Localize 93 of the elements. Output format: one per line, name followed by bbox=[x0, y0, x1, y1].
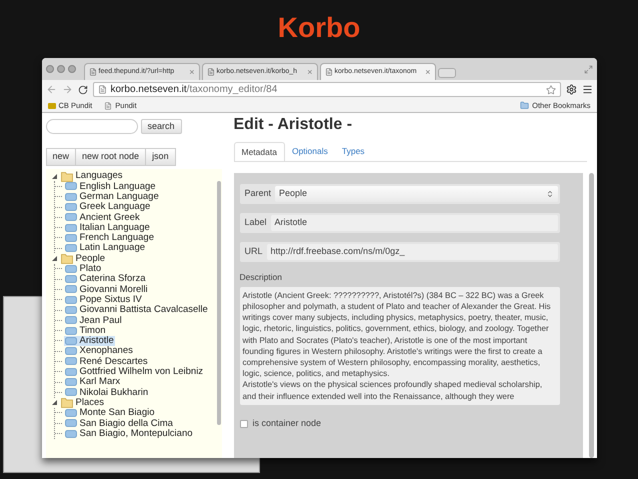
tree-node[interactable]: San Biagio della Cima bbox=[64, 418, 174, 428]
page-icon bbox=[98, 85, 106, 94]
search-field[interactable] bbox=[46, 119, 138, 134]
node-icon bbox=[64, 192, 76, 201]
forward-icon[interactable] bbox=[62, 84, 72, 95]
tree-node[interactable]: French Language bbox=[64, 233, 155, 243]
node-icon bbox=[64, 213, 76, 222]
tree-node[interactable]: San Biagio, Montepulciano bbox=[64, 428, 194, 438]
text-field[interactable]: http://rdf.freebase.com/ns/m/0gz_ bbox=[266, 244, 558, 260]
node-icon bbox=[64, 296, 76, 304]
toolbar-button[interactable]: json bbox=[145, 148, 176, 166]
page-icon bbox=[104, 102, 112, 110]
toolbar-button[interactable]: new root node bbox=[75, 148, 146, 166]
node-icon bbox=[64, 264, 76, 273]
page-heading: Edit - Aristotle - bbox=[234, 117, 354, 133]
expanded-arrow-icon[interactable] bbox=[50, 172, 58, 180]
tree-folder-label[interactable]: Places bbox=[76, 398, 104, 408]
page-icon bbox=[88, 68, 96, 76]
node-icon bbox=[64, 316, 76, 324]
tab[interactable]: Optionals bbox=[284, 142, 335, 161]
tree-node[interactable]: Aristotle bbox=[64, 336, 115, 346]
node-icon bbox=[64, 244, 76, 252]
node-icon bbox=[64, 368, 76, 376]
scrollbar[interactable] bbox=[588, 173, 594, 458]
tree-node[interactable]: Caterina Sforza bbox=[64, 274, 147, 284]
field-label: URL bbox=[244, 245, 264, 258]
text-field[interactable]: Aristotle bbox=[270, 215, 558, 231]
folder-icon bbox=[520, 101, 530, 110]
node-icon bbox=[64, 326, 76, 335]
tree-node[interactable]: Giovanni Morelli bbox=[64, 284, 149, 294]
reload-icon[interactable] bbox=[78, 84, 88, 94]
menu-icon[interactable] bbox=[582, 84, 592, 95]
tree-node[interactable]: Italian Language bbox=[64, 222, 151, 232]
tree-node[interactable]: English Language bbox=[64, 182, 157, 192]
parent-select[interactable]: People bbox=[275, 186, 558, 202]
tree-node[interactable]: Plato bbox=[64, 264, 102, 274]
checkbox-label: is container node bbox=[252, 416, 322, 430]
tree-node[interactable]: Jean Paul bbox=[64, 316, 123, 326]
tree-node[interactable]: Latin Language bbox=[64, 243, 146, 253]
node-icon bbox=[64, 203, 76, 212]
tab[interactable]: Types bbox=[334, 142, 372, 161]
tree-node[interactable]: René Descartes bbox=[64, 356, 149, 366]
tree-folder-label[interactable]: People bbox=[76, 254, 106, 264]
folder-icon bbox=[60, 253, 72, 264]
back-icon[interactable] bbox=[46, 84, 56, 95]
node-icon bbox=[64, 347, 76, 356]
tree-node[interactable]: German Language bbox=[64, 192, 160, 202]
search-button[interactable]: search bbox=[140, 119, 182, 134]
page-icon bbox=[324, 68, 332, 76]
node-icon bbox=[64, 357, 76, 366]
tree-node[interactable]: Gottfried Wilhelm von Leibniz bbox=[64, 367, 204, 377]
tree-node[interactable]: Greek Language bbox=[64, 202, 152, 212]
tree-node[interactable]: Giovanni Battista Cavalcaselle bbox=[64, 305, 209, 315]
field-label: Description bbox=[240, 271, 284, 284]
tree-node[interactable]: Xenophanes bbox=[64, 346, 134, 356]
node-icon bbox=[64, 419, 76, 428]
tree-node[interactable]: Ancient Greek bbox=[64, 212, 141, 222]
node-icon bbox=[64, 285, 76, 294]
settings-icon[interactable] bbox=[566, 84, 576, 95]
folder-icon bbox=[60, 397, 72, 408]
node-icon bbox=[64, 275, 76, 284]
node-icon bbox=[64, 408, 76, 417]
expanded-arrow-icon[interactable] bbox=[50, 255, 58, 262]
node-icon bbox=[64, 306, 76, 314]
tree-node[interactable]: Timon bbox=[64, 326, 107, 336]
node-icon bbox=[64, 224, 76, 232]
node-icon bbox=[64, 182, 76, 190]
tree-folder-label[interactable]: Languages bbox=[76, 171, 123, 181]
checkbox[interactable] bbox=[240, 420, 248, 428]
scrollbar[interactable] bbox=[216, 181, 220, 425]
field-label: Parent bbox=[244, 187, 272, 200]
tree-node[interactable]: Pope Sixtus IV bbox=[64, 294, 143, 304]
folder-icon bbox=[60, 171, 72, 182]
tree-node[interactable]: Monte San Biagio bbox=[64, 408, 156, 418]
node-icon bbox=[64, 430, 76, 438]
expanded-arrow-icon[interactable] bbox=[50, 399, 58, 406]
field-label: Label bbox=[244, 216, 268, 230]
tab[interactable]: Metadata bbox=[234, 142, 285, 161]
new-tab-button[interactable] bbox=[438, 68, 456, 78]
tree-node[interactable]: Nikolai Bukharin bbox=[64, 388, 150, 398]
slide-title: Korbo bbox=[278, 14, 360, 45]
toolbar-button[interactable]: new bbox=[46, 148, 76, 166]
node-icon bbox=[64, 234, 76, 242]
fullscreen-icon[interactable] bbox=[584, 64, 592, 74]
node-icon bbox=[64, 378, 76, 386]
address-bar[interactable]: korbo.netseven.it/taxonomy_editor/84 bbox=[92, 82, 560, 97]
page-icon bbox=[206, 68, 214, 76]
tree-node[interactable]: Karl Marx bbox=[64, 377, 122, 387]
bookmark-star-icon[interactable] bbox=[546, 84, 556, 94]
description-field[interactable]: Aristotle (Ancient Greek: ??????????, Aristotél?s) (384 BC – 322 BC) was a Greek philosopher and polymath, a student of Plato and teacher of Alexander the Great. His writings cover many subjects, including physics, metaphysics, poetry, theater, music, logic, rhetoric, linguistics, politics, government, ethics, biology, and zoology. Together with Plato and Socrates (Plato's teacher), Aristotle is one of the most important founding figures in Western philosophy. Aristotle's writings were the first to create a comprehensive system of Western philosophy, encompassing morality, aesthetics, logic, science, politics, and metaphysics. Aristotle's views on the physical sciences profoundly shaped medieval scholarship, and their influence extended well into the Renaissance, although they were bbox=[240, 286, 560, 405]
select-arrows-icon bbox=[546, 190, 554, 198]
node-icon bbox=[64, 388, 76, 396]
node-icon bbox=[64, 336, 76, 345]
